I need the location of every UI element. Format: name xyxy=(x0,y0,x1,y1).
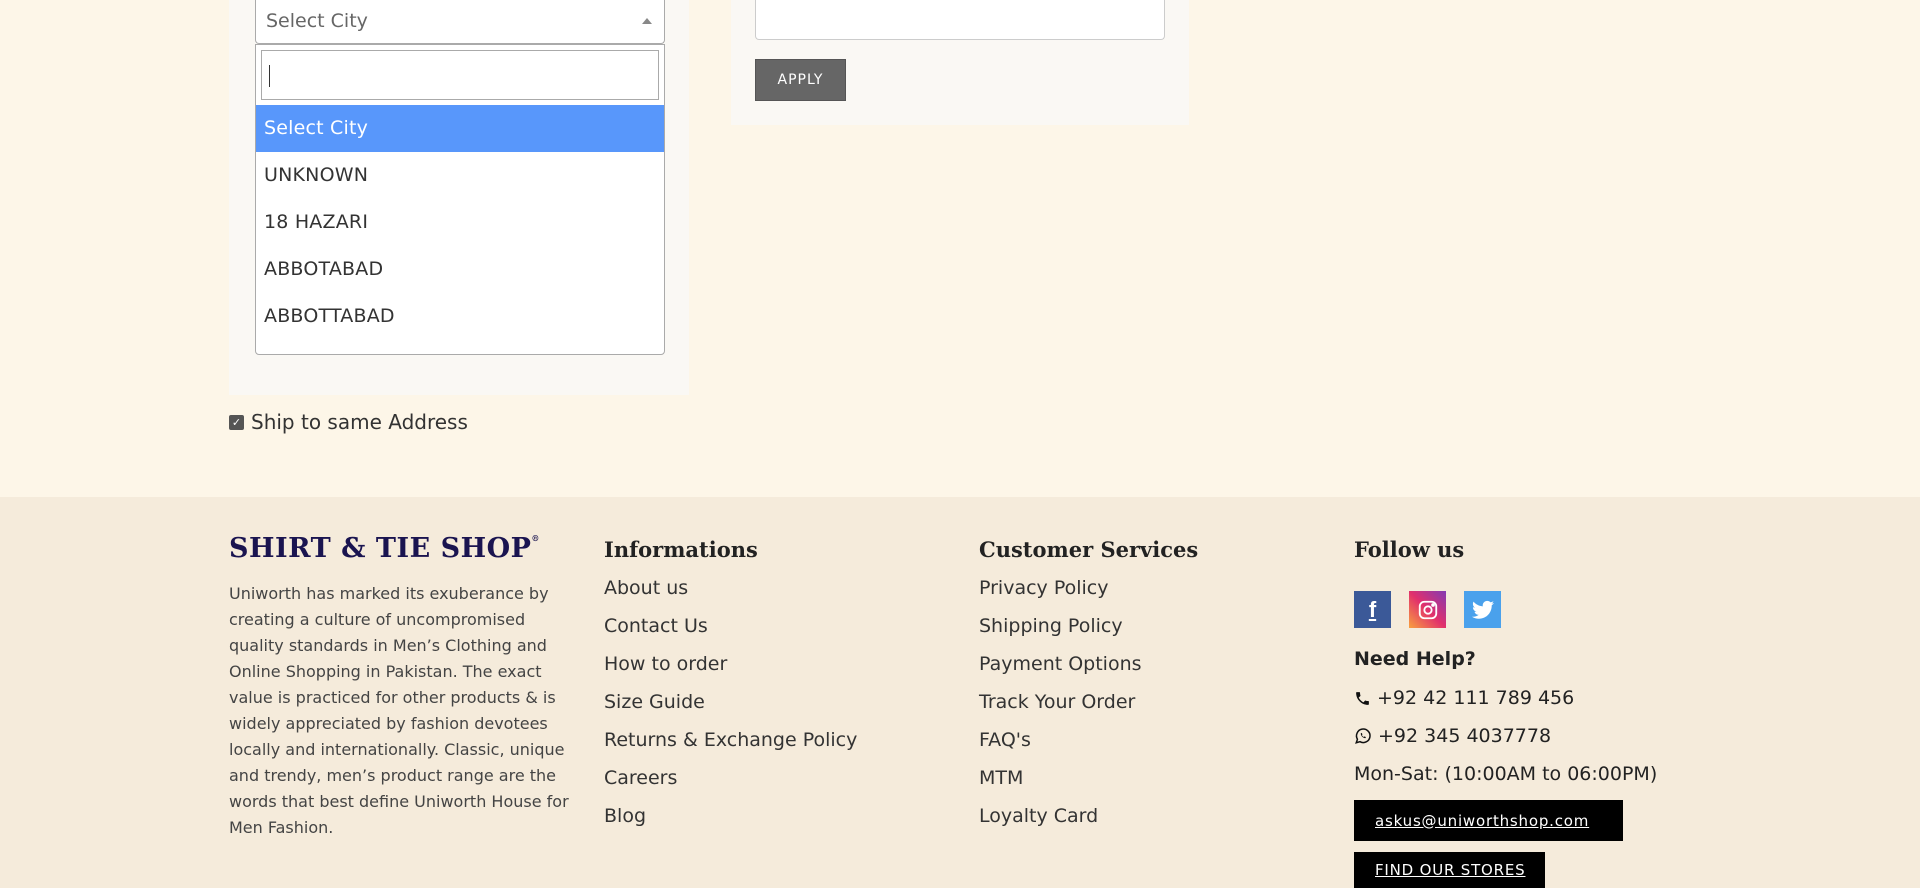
footer-link[interactable]: FAQ's xyxy=(979,729,1031,751)
informations-title: Informations xyxy=(604,537,758,562)
whatsapp-icon xyxy=(1355,728,1371,744)
coupon-input[interactable] xyxy=(755,0,1165,40)
footer-link[interactable]: Blog xyxy=(604,805,646,827)
about-text: Uniworth has marked its exuberance by cr… xyxy=(229,584,569,837)
city-dropdown: Select City UNKNOWN 18 HAZARI ABBOTABAD … xyxy=(255,44,665,355)
follow-us-title: Follow us xyxy=(1354,537,1465,562)
caret-up-icon xyxy=(642,18,652,24)
city-options-list: Select City UNKNOWN 18 HAZARI ABBOTABAD … xyxy=(256,105,664,340)
footer-link[interactable]: Returns & Exchange Policy xyxy=(604,729,857,751)
city-select-value: Select City xyxy=(266,10,368,32)
footer-link-item[interactable]: MTM xyxy=(979,767,1142,805)
city-option[interactable]: Select City xyxy=(256,105,664,152)
text-cursor xyxy=(269,65,270,87)
footer-link[interactable]: Size Guide xyxy=(604,691,705,713)
footer-link[interactable]: MTM xyxy=(979,767,1023,789)
footer-link-item[interactable]: Blog xyxy=(604,805,857,843)
footer-link-item[interactable]: Returns & Exchange Policy xyxy=(604,729,857,767)
twitter-icon[interactable] xyxy=(1464,591,1501,628)
footer-link-item[interactable]: Size Guide xyxy=(604,691,857,729)
footer-link-item[interactable]: Payment Options xyxy=(979,653,1142,691)
footer-link-item[interactable]: Contact Us xyxy=(604,615,857,653)
city-option[interactable]: ABBOTTABAD xyxy=(256,293,664,340)
city-select[interactable]: Select City xyxy=(255,0,665,44)
footer-link[interactable]: Privacy Policy xyxy=(979,577,1108,599)
footer-link-item[interactable]: How to order xyxy=(604,653,857,691)
email-button[interactable]: askus@uniworthshop.com xyxy=(1354,800,1623,841)
footer-link-item[interactable]: Loyalty Card xyxy=(979,805,1142,843)
footer-link[interactable]: How to order xyxy=(604,653,727,675)
checkout-area: Select City Select City UNKNOWN 18 HAZAR… xyxy=(0,0,1920,497)
footer-link[interactable]: About us xyxy=(604,577,688,599)
footer-link-item[interactable]: Shipping Policy xyxy=(979,615,1142,653)
whatsapp-number: +92 345 4037778 xyxy=(1378,725,1552,747)
ship-same-checkbox[interactable]: ✓ xyxy=(229,414,244,430)
whatsapp-line[interactable]: +92 345 4037778 xyxy=(1354,725,1551,747)
site-footer: SHIRT & TIE SHOP® Uniworth has marked it… xyxy=(0,497,1920,888)
need-help-title: Need Help? xyxy=(1354,648,1476,670)
instagram-icon[interactable] xyxy=(1409,591,1446,628)
footer-link[interactable]: Contact Us xyxy=(604,615,708,637)
footer-link[interactable]: Careers xyxy=(604,767,677,789)
customer-services-list: Privacy Policy Shipping Policy Payment O… xyxy=(979,577,1142,843)
logo-text: SHIRT & TIE SHOP xyxy=(229,533,532,564)
city-option[interactable]: 18 HAZARI xyxy=(256,199,664,246)
phone-number: +92 42 111 789 456 xyxy=(1377,687,1575,709)
footer-link-item[interactable]: FAQ's xyxy=(979,729,1142,767)
logo-registered-mark: ® xyxy=(531,533,540,543)
city-search-input[interactable] xyxy=(262,51,658,99)
phone-line[interactable]: +92 42 111 789 456 xyxy=(1354,687,1574,709)
footer-link[interactable]: Shipping Policy xyxy=(979,615,1123,637)
footer-link[interactable]: Payment Options xyxy=(979,653,1142,675)
informations-list: About us Contact Us How to order Size Gu… xyxy=(604,577,857,843)
customer-services-title: Customer Services xyxy=(979,537,1199,562)
business-hours: Mon-Sat: (10:00AM to 06:00PM) xyxy=(1354,763,1658,785)
facebook-icon[interactable]: f xyxy=(1354,591,1391,628)
apply-button[interactable]: APPLY xyxy=(755,59,846,101)
footer-link-item[interactable]: Track Your Order xyxy=(979,691,1142,729)
find-stores-button[interactable]: FIND OUR STORES xyxy=(1354,852,1545,888)
footer-link-item[interactable]: Privacy Policy xyxy=(979,577,1142,615)
footer-logo[interactable]: SHIRT & TIE SHOP® xyxy=(229,533,540,564)
city-search-wrapper xyxy=(261,50,659,100)
phone-icon xyxy=(1356,691,1369,705)
ship-same-label: Ship to same Address xyxy=(251,410,468,434)
ship-same-row: ✓ Ship to same Address xyxy=(229,410,468,434)
footer-link[interactable]: Loyalty Card xyxy=(979,805,1098,827)
footer-link-item[interactable]: About us xyxy=(604,577,857,615)
city-option[interactable]: ABBOTABAD xyxy=(256,246,664,293)
social-links: f xyxy=(1354,591,1501,628)
footer-link-item[interactable]: Careers xyxy=(604,767,857,805)
city-option[interactable]: UNKNOWN xyxy=(256,152,664,199)
footer-link[interactable]: Track Your Order xyxy=(979,691,1135,713)
